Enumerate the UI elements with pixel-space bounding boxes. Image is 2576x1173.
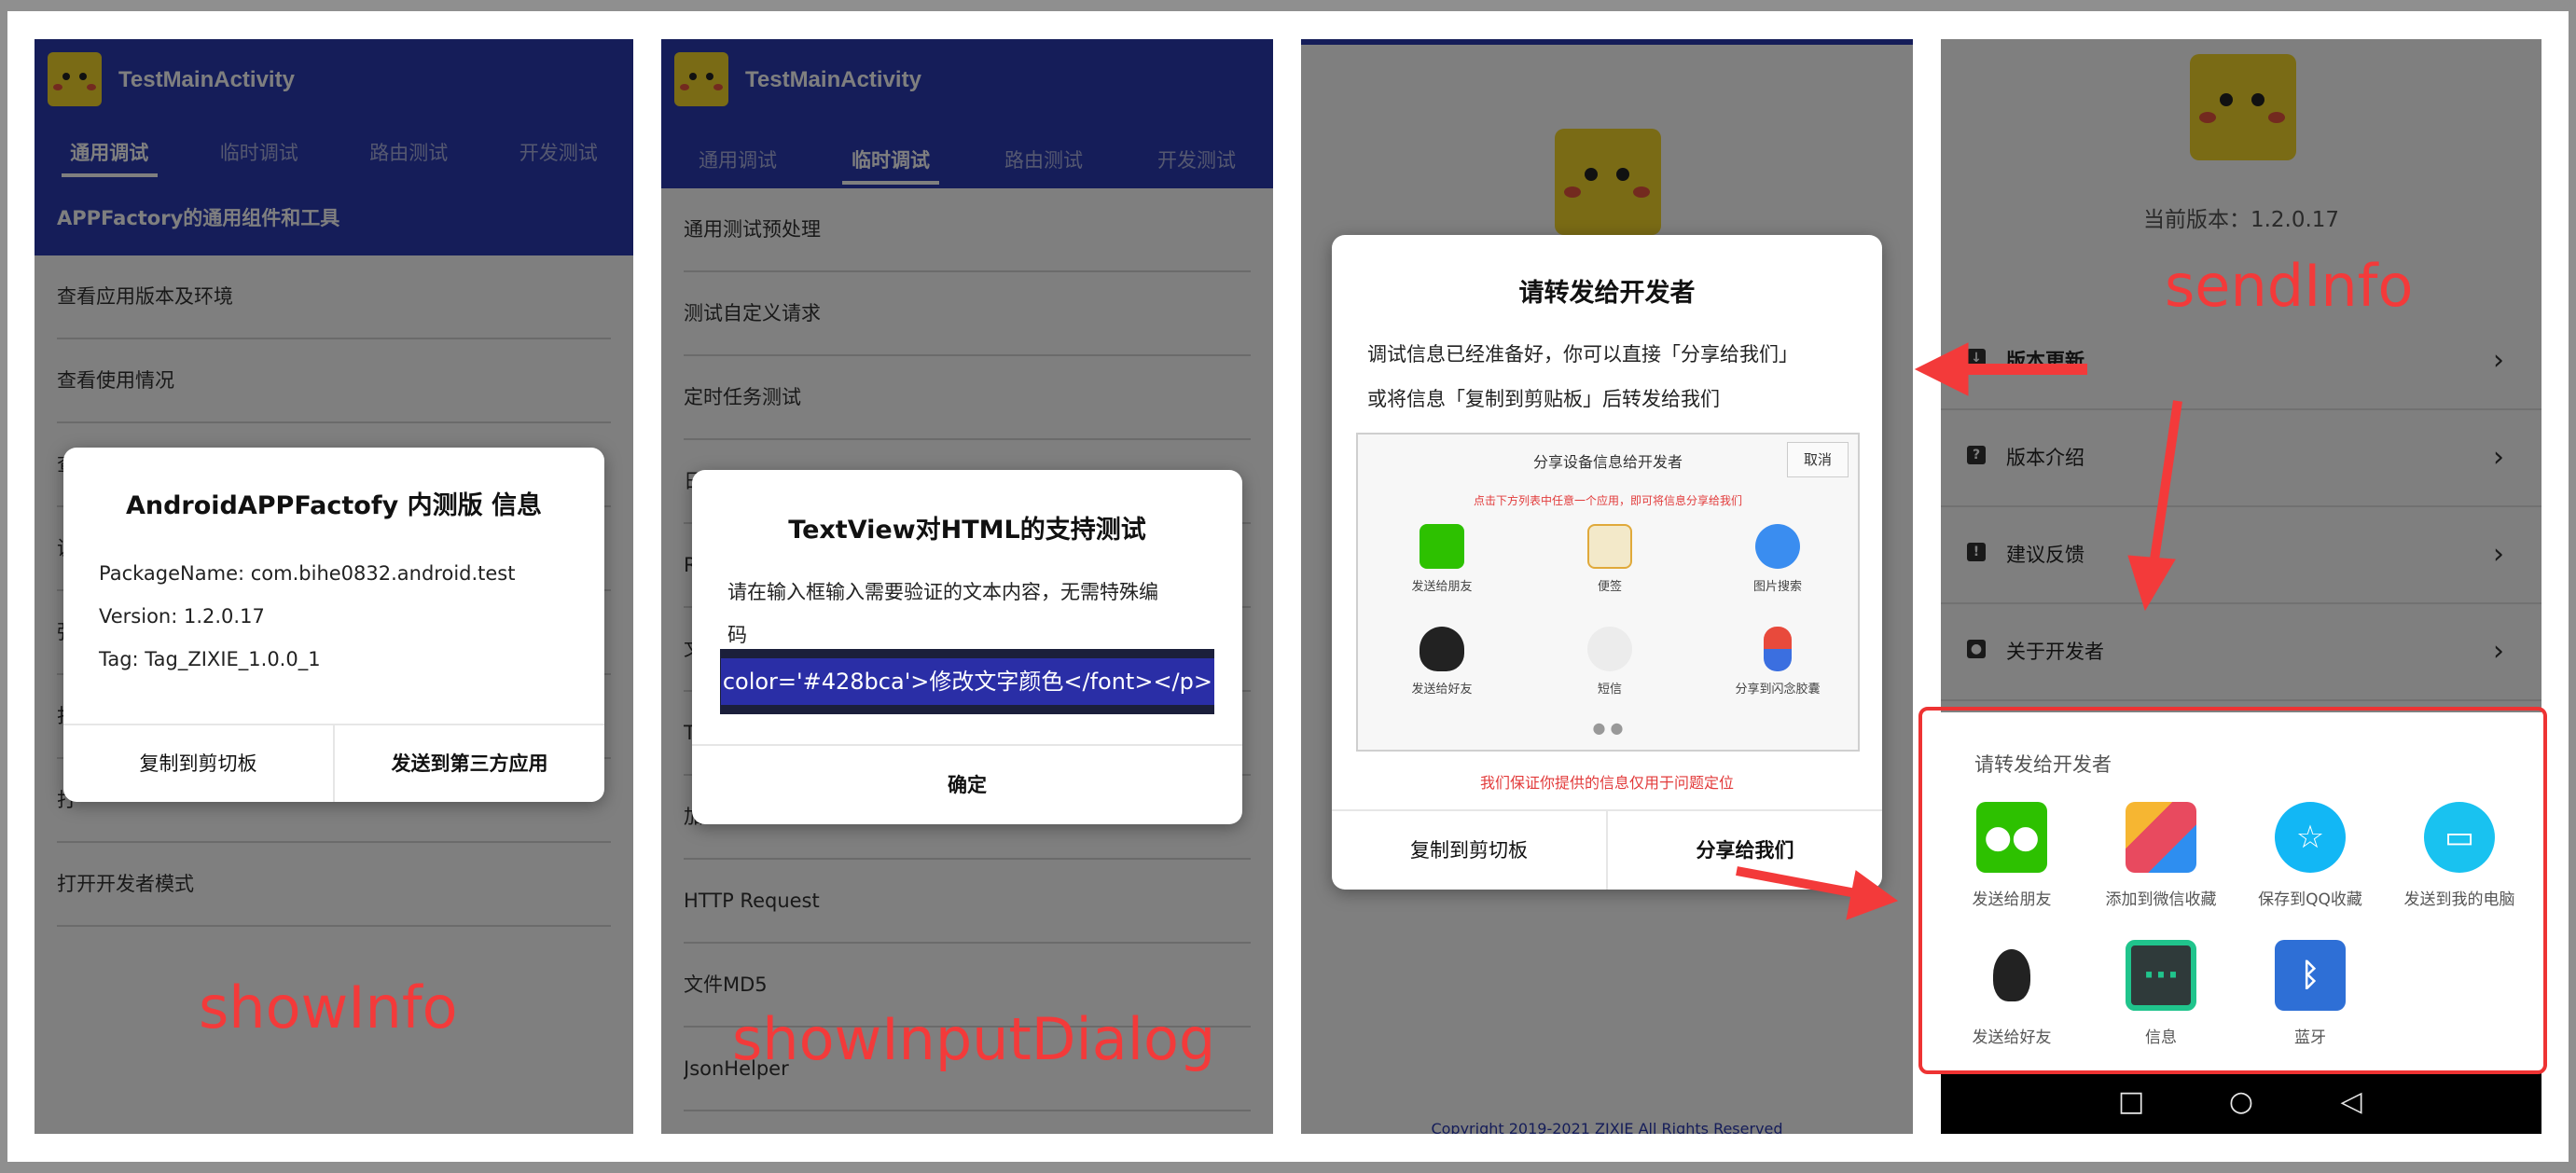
arrow-right-head <box>1846 870 1899 920</box>
arrow-down-head <box>2127 555 2176 612</box>
arrow-left-head <box>1914 342 1969 396</box>
annotation-arrows <box>1736 342 2182 920</box>
